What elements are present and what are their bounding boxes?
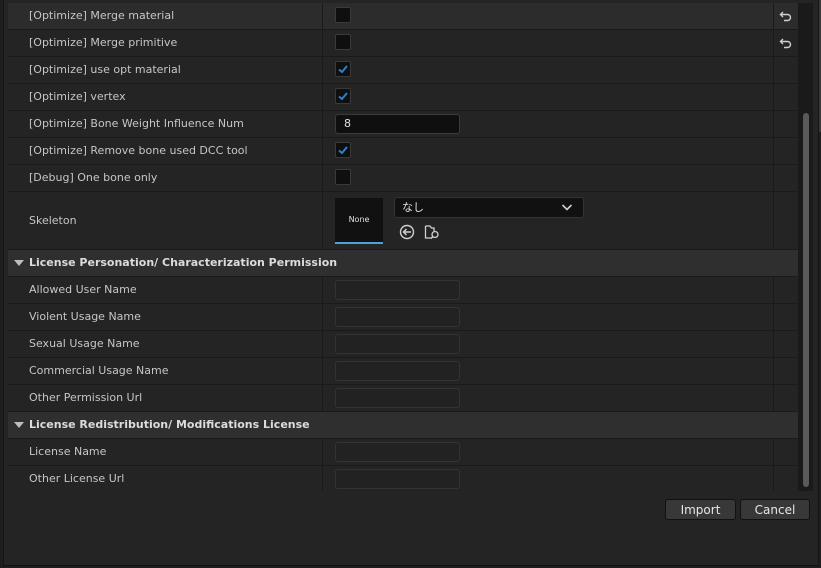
row-label: Allowed User Name xyxy=(29,283,137,296)
row-bone-weight-influence: [Optimize] Bone Weight Influence Num 8 xyxy=(8,111,798,138)
row-label: License Name xyxy=(29,445,107,458)
skeleton-asset-dropdown[interactable]: なし xyxy=(394,197,584,218)
scrollbar-thumb[interactable] xyxy=(803,113,809,487)
one-bone-only-checkbox[interactable] xyxy=(335,169,351,185)
category-license-redistribution[interactable]: License Redistribution/ Modifications Li… xyxy=(8,412,798,439)
row-label: Skeleton xyxy=(29,214,77,227)
row-label: [Optimize] Merge primitive xyxy=(29,36,178,49)
row-label: Violent Usage Name xyxy=(29,310,141,323)
row-license-name: License Name xyxy=(8,439,798,466)
row-commercial-usage-name: Commercial Usage Name xyxy=(8,358,798,385)
reset-to-default-icon[interactable] xyxy=(779,9,793,23)
row-other-license-url: Other License Url xyxy=(8,466,798,491)
row-sexual-usage-name: Sexual Usage Name xyxy=(8,331,798,358)
row-label: [Optimize] use opt material xyxy=(29,63,181,76)
collapse-arrow-icon xyxy=(14,260,24,266)
license-name-input[interactable] xyxy=(335,442,460,462)
chevron-down-icon xyxy=(561,204,573,211)
collapse-arrow-icon xyxy=(14,422,24,428)
row-label: Sexual Usage Name xyxy=(29,337,140,350)
row-use-opt-material: [Optimize] use opt material xyxy=(8,57,798,84)
row-merge-primitive: [Optimize] Merge primitive xyxy=(8,30,798,57)
row-remove-bone-dcc: [Optimize] Remove bone used DCC tool xyxy=(8,138,798,165)
dropdown-value: なし xyxy=(402,201,424,214)
skeleton-thumbnail[interactable]: None xyxy=(335,198,383,244)
merge-material-checkbox[interactable] xyxy=(335,7,351,23)
allowed-user-name-input[interactable] xyxy=(335,280,460,300)
row-one-bone-only: [Debug] One bone only xyxy=(8,165,798,192)
cancel-button[interactable]: Cancel xyxy=(740,499,810,520)
row-merge-material: [Optimize] Merge material xyxy=(8,3,798,30)
browse-asset-icon[interactable] xyxy=(424,224,440,240)
reset-to-default-icon[interactable] xyxy=(779,36,793,50)
check-icon xyxy=(338,65,348,74)
row-vertex: [Optimize] vertex xyxy=(8,84,798,111)
row-label: Commercial Usage Name xyxy=(29,364,169,377)
other-permission-url-input[interactable] xyxy=(335,388,460,408)
other-license-url-input[interactable] xyxy=(335,469,460,489)
check-icon xyxy=(338,146,348,155)
row-label: Other License Url xyxy=(29,472,125,485)
row-label: [Optimize] Merge material xyxy=(29,9,175,22)
import-button[interactable]: Import xyxy=(665,499,736,520)
import-options-window: [Optimize] Merge material [Optimize] Mer… xyxy=(3,0,819,566)
vertex-checkbox[interactable] xyxy=(335,88,351,104)
remove-bone-dcc-checkbox[interactable] xyxy=(335,142,351,158)
sexual-usage-name-input[interactable] xyxy=(335,334,460,354)
category-license-personation[interactable]: License Personation/ Characterization Pe… xyxy=(8,250,798,277)
use-opt-material-checkbox[interactable] xyxy=(335,61,351,77)
row-label: Other Permission Url xyxy=(29,391,143,404)
row-skeleton: Skeleton None なし xyxy=(8,192,798,250)
details-panel: [Optimize] Merge material [Optimize] Mer… xyxy=(8,3,801,491)
commercial-usage-name-input[interactable] xyxy=(335,361,460,381)
row-other-permission-url: Other Permission Url xyxy=(8,385,798,412)
merge-primitive-checkbox[interactable] xyxy=(335,34,351,50)
row-label: [Optimize] vertex xyxy=(29,90,126,103)
row-allowed-user-name: Allowed User Name xyxy=(8,277,798,304)
row-label: [Optimize] Remove bone used DCC tool xyxy=(29,144,248,157)
row-violent-usage-name: Violent Usage Name xyxy=(8,304,798,331)
category-label: License Personation/ Characterization Pe… xyxy=(29,256,338,269)
check-icon xyxy=(338,92,348,101)
row-label: [Optimize] Bone Weight Influence Num xyxy=(29,117,244,130)
use-selected-asset-icon[interactable] xyxy=(399,224,415,240)
bone-weight-influence-input[interactable]: 8 xyxy=(335,114,460,134)
violent-usage-name-input[interactable] xyxy=(335,307,460,327)
category-label: License Redistribution/ Modifications Li… xyxy=(29,418,310,431)
row-label: [Debug] One bone only xyxy=(29,171,158,184)
